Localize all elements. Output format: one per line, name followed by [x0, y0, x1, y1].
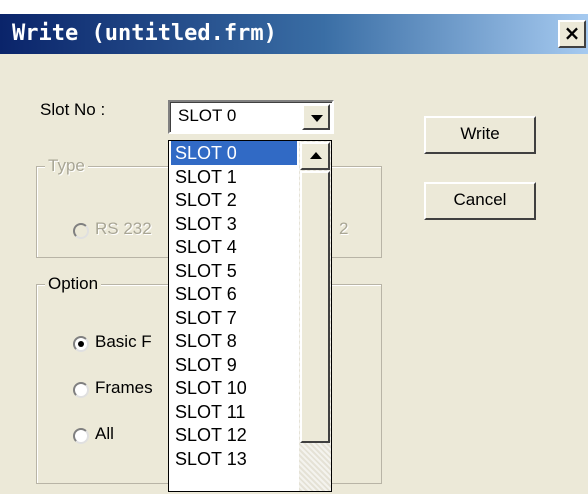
type-radio-rs232-label: RS 232	[95, 219, 152, 238]
list-item[interactable]: SLOT 9	[171, 353, 297, 377]
dropdown-scrollbar[interactable]	[299, 141, 331, 491]
type-radio-rs232[interactable]	[73, 223, 89, 239]
cancel-button[interactable]: Cancel	[424, 182, 536, 220]
list-item[interactable]: SLOT 5	[171, 259, 297, 283]
option-radio-basic[interactable]	[73, 336, 89, 352]
title-bar[interactable]: Write (untitled.frm) ×	[0, 14, 588, 54]
close-button[interactable]: ×	[558, 20, 586, 48]
list-item[interactable]: SLOT 6	[171, 282, 297, 306]
list-item[interactable]: SLOT 8	[171, 329, 297, 353]
option-radio-frames[interactable]	[73, 382, 89, 398]
list-item[interactable]: SLOT 2	[171, 188, 297, 212]
list-item[interactable]: SLOT 1	[171, 165, 297, 189]
type-radio-second-label: 2	[339, 219, 349, 238]
option-radio-frames-label: Frames	[95, 378, 153, 397]
write-dialog: Write (untitled.frm) × Slot No : SLOT 0 …	[0, 14, 588, 494]
list-item[interactable]: SLOT 10	[171, 376, 297, 400]
slot-combobox[interactable]: SLOT 0	[168, 100, 334, 134]
scroll-thumb[interactable]	[300, 171, 330, 443]
slot-dropdown-button[interactable]	[302, 104, 330, 130]
option-radio-all[interactable]	[73, 428, 89, 444]
window-title: Write (untitled.frm)	[12, 21, 277, 46]
type-group-title: Type	[45, 156, 88, 176]
option-group-title: Option	[45, 274, 102, 294]
chevron-down-icon	[311, 115, 323, 122]
list-item[interactable]: SLOT 12	[171, 423, 297, 447]
list-item[interactable]: SLOT 3	[171, 212, 297, 236]
list-item[interactable]: SLOT 4	[171, 235, 297, 259]
list-item[interactable]: SLOT 0	[171, 141, 297, 165]
list-item[interactable]: SLOT 11	[171, 400, 297, 424]
write-button[interactable]: Write	[424, 116, 536, 154]
slot-dropdown-list[interactable]: SLOT 0 SLOT 1 SLOT 2 SLOT 3 SLOT 4 SLOT …	[168, 140, 332, 492]
option-radio-all-label: All	[95, 424, 114, 443]
option-radio-basic-label: Basic F	[95, 332, 152, 351]
list-item[interactable]: SLOT 7	[171, 306, 297, 330]
slot-combobox-value: SLOT 0	[178, 106, 237, 125]
slot-options: SLOT 0 SLOT 1 SLOT 2 SLOT 3 SLOT 4 SLOT …	[171, 141, 297, 470]
chevron-up-icon	[310, 152, 322, 159]
list-item[interactable]: SLOT 13	[171, 447, 297, 471]
slot-no-label: Slot No :	[40, 100, 106, 119]
scroll-up-button[interactable]	[300, 142, 330, 170]
radio-selected-dot	[78, 341, 84, 347]
close-icon: ×	[563, 21, 581, 45]
